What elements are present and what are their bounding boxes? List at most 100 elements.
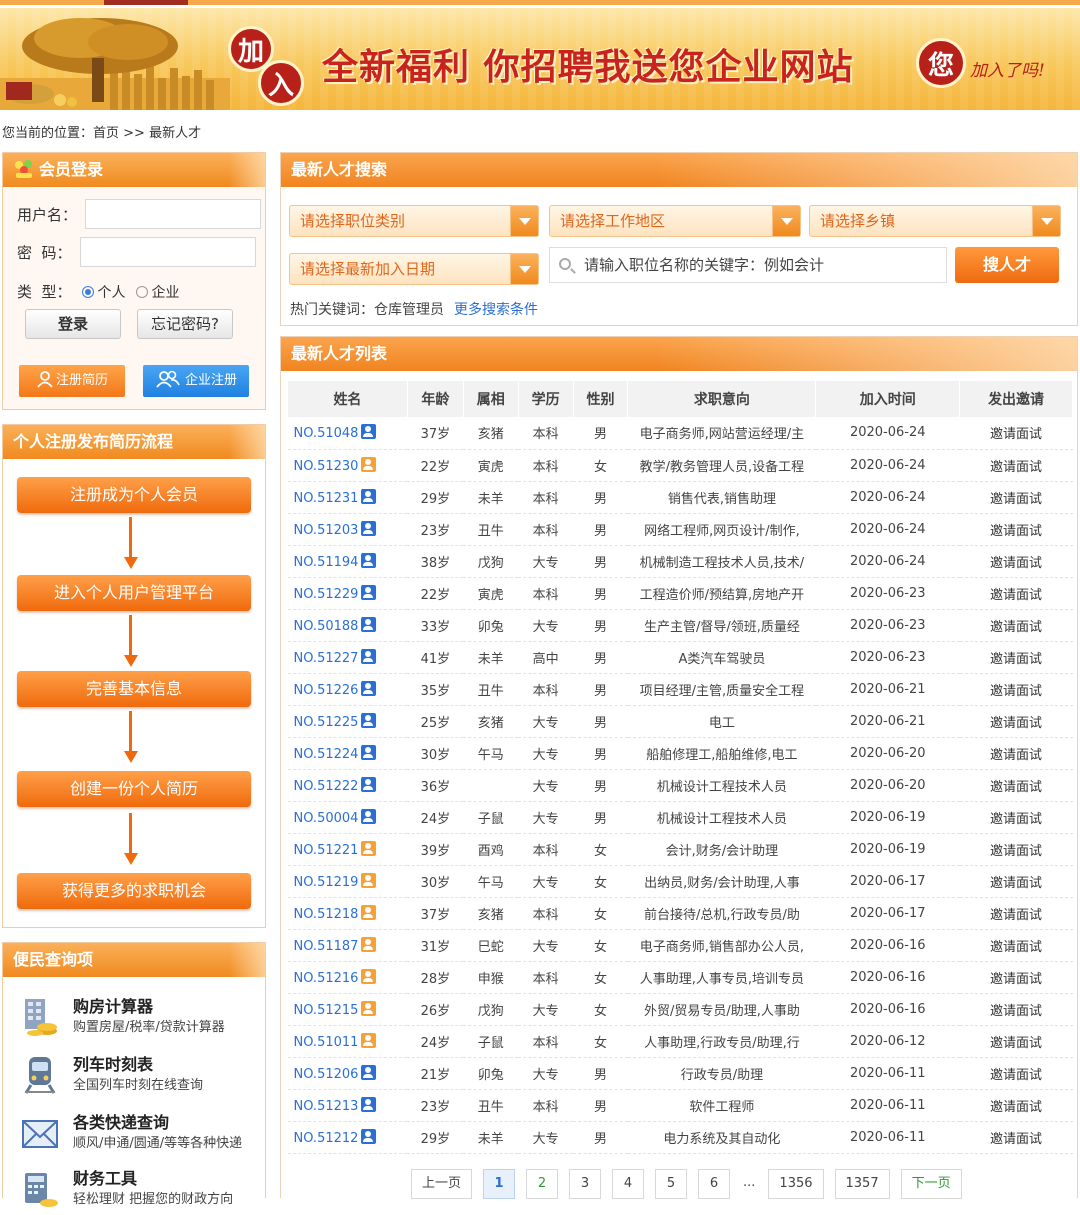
intent-cell[interactable]: 电工 [627, 705, 816, 738]
talent-id-link[interactable]: NO.51213 [294, 1099, 359, 1114]
talent-id-cell[interactable]: NO.51048 [287, 417, 408, 450]
intent-cell[interactable]: 销售代表,销售助理 [627, 481, 816, 514]
intent-cell[interactable]: 船舶修理工,船舶维修,电工 [627, 737, 816, 770]
talent-id-cell[interactable]: NO.51213 [287, 1089, 408, 1122]
invite-interview-link[interactable]: 邀请面试 [959, 545, 1073, 578]
flow-step-2[interactable]: 进入个人用户管理平台 [17, 575, 251, 611]
type-company-radio[interactable] [135, 285, 148, 298]
page-3[interactable]: 3 [569, 1169, 602, 1199]
talent-id-link[interactable]: NO.50004 [294, 811, 359, 826]
table-row[interactable]: NO.51230 22岁 寅虎 本科女教学/教务管理人员,设备工程 2020-06-24… [287, 449, 1073, 482]
talent-id-cell[interactable]: NO.51218 [287, 897, 408, 930]
search-talent-button[interactable]: 搜人才 [955, 247, 1059, 283]
talent-id-link[interactable]: NO.51225 [294, 715, 359, 730]
talent-id-cell[interactable]: NO.51225 [287, 705, 408, 738]
talent-id-cell[interactable]: NO.51224 [287, 737, 408, 770]
flow-step-1[interactable]: 注册成为个人会员 [17, 477, 251, 513]
talent-id-link[interactable]: NO.51219 [294, 875, 359, 890]
invite-interview-link[interactable]: 邀请面试 [959, 865, 1073, 898]
breadcrumb-home-link[interactable]: 首页 [93, 126, 119, 141]
job-category-select[interactable]: 请选择职位类别 [289, 205, 539, 237]
invite-interview-link[interactable]: 邀请面试 [959, 481, 1073, 514]
invite-interview-link[interactable]: 邀请面试 [959, 993, 1073, 1026]
talent-id-cell[interactable]: NO.51229 [287, 577, 408, 610]
invite-interview-link[interactable]: 邀请面试 [959, 1057, 1073, 1090]
talent-id-link[interactable]: NO.51222 [294, 779, 359, 794]
page-2[interactable]: 2 [526, 1169, 559, 1199]
keyword-search-input[interactable]: 请输入职位名称的关键字：例如会计 [549, 247, 947, 283]
table-row[interactable]: NO.51194 38岁 戊狗 大专男机械制造工程技术人员,技术/2020-06-24… [287, 545, 1073, 578]
invite-interview-link[interactable]: 邀请面试 [959, 1121, 1073, 1154]
talent-id-cell[interactable]: NO.51227 [287, 641, 408, 674]
talent-id-link[interactable]: NO.51048 [294, 426, 359, 441]
flow-step-3[interactable]: 完善基本信息 [17, 671, 251, 707]
table-row[interactable]: NO.51227 41岁 未羊 高中男 A类汽车驾驶员 2020-06-23 邀请面试 [287, 641, 1073, 674]
intent-cell[interactable]: 项目经理/主管,质量安全工程 [627, 673, 816, 706]
invite-interview-link[interactable]: 邀请面试 [959, 833, 1073, 866]
table-row[interactable]: NO.51221 39岁 酉鸡 本科女会计,财务/会计助理 2020-06-19 邀请面试 [287, 833, 1073, 866]
talent-id-link[interactable]: NO.51229 [294, 587, 359, 602]
talent-id-cell[interactable]: NO.50188 [287, 609, 408, 642]
invite-interview-link[interactable]: 邀请面试 [959, 1089, 1073, 1122]
prev-page-button[interactable]: 上一页 [411, 1169, 473, 1199]
intent-cell[interactable]: 工程造价师/预结算,房地产开 [627, 577, 816, 610]
table-row[interactable]: NO.51218 37岁 亥猪 本科女前台接待/总机,行政专员/助 2020-06-17… [287, 897, 1073, 930]
flow-step-4[interactable]: 创建一份个人简历 [17, 771, 251, 807]
intent-cell[interactable]: 人事助理,人事专员,培训专员 [627, 961, 816, 994]
flow-step-5[interactable]: 获得更多的求职机会 [17, 873, 251, 909]
table-row[interactable]: NO.50004 24岁 子鼠 大专男机械设计工程技术人员 2020-06-19 邀请面试 [287, 801, 1073, 834]
table-row[interactable]: NO.51231 29岁 未羊 本科男销售代表,销售助理 2020-06-24 邀请面试 [287, 481, 1073, 514]
intent-cell[interactable]: A类汽车驾驶员 [627, 641, 816, 674]
invite-interview-link[interactable]: 邀请面试 [959, 449, 1073, 482]
talent-id-cell[interactable]: NO.51187 [287, 929, 408, 962]
page-1357[interactable]: 1357 [834, 1169, 890, 1199]
type-person-radio[interactable] [81, 285, 94, 298]
talent-id-link[interactable]: NO.51215 [294, 1003, 359, 1018]
work-area-select[interactable]: 请选择工作地区 [549, 205, 801, 237]
table-row[interactable]: NO.51222 36岁 大专男机械设计工程技术人员 2020-06-20 邀请面试 [287, 769, 1073, 802]
intent-cell[interactable]: 外贸/贸易专员/助理,人事助 [627, 993, 816, 1026]
intent-cell[interactable]: 机械设计工程技术人员 [627, 769, 816, 802]
talent-id-link[interactable]: NO.51187 [294, 939, 359, 954]
page-1[interactable]: 1 [483, 1169, 516, 1199]
town-select[interactable]: 请选择乡镇 [809, 205, 1061, 237]
table-row[interactable]: NO.51215 26岁 戊狗 大专女外贸/贸易专员/助理,人事助 2020-06-16… [287, 993, 1073, 1026]
talent-id-link[interactable]: NO.50188 [294, 619, 359, 634]
password-input[interactable] [79, 237, 256, 267]
hot-keyword-link[interactable]: 仓库管理员 [374, 302, 444, 318]
invite-interview-link[interactable]: 邀请面试 [959, 705, 1073, 738]
service-item-house-calculator[interactable]: 购房计算器 购置房屋/税率/贷款计算器 [17, 993, 257, 1043]
service-item-finance-tools[interactable]: 财务工具 轻松理财 把握您的财政方向 [17, 1165, 257, 1215]
talent-id-link[interactable]: NO.51212 [294, 1131, 359, 1146]
talent-id-cell[interactable]: NO.51206 [287, 1057, 408, 1090]
invite-interview-link[interactable]: 邀请面试 [959, 1025, 1073, 1058]
table-row[interactable]: NO.50188 33岁 卯兔 大专男生产主管/督导/领班,质量经 2020-06-23… [287, 609, 1073, 642]
intent-cell[interactable]: 机械制造工程技术人员,技术/ [627, 545, 816, 578]
talent-id-cell[interactable]: NO.51222 [287, 769, 408, 802]
invite-interview-link[interactable]: 邀请面试 [959, 577, 1073, 610]
invite-interview-link[interactable]: 邀请面试 [959, 961, 1073, 994]
talent-id-link[interactable]: NO.51231 [294, 491, 359, 506]
service-item-express-query[interactable]: 各类快递查询 顺风/申通/圆通/等等各种快递 [17, 1109, 257, 1159]
register-resume-button[interactable]: 注册简历 [19, 365, 125, 397]
intent-cell[interactable]: 出纳员,财务/会计助理,人事 [627, 865, 816, 898]
intent-cell[interactable]: 电子商务师,销售部办公人员, [627, 929, 816, 962]
talent-id-cell[interactable]: NO.51231 [287, 481, 408, 514]
page-5[interactable]: 5 [655, 1169, 688, 1199]
promo-banner[interactable]: 加 入 全新福利 你招聘我送您企业网站 您 加入了吗! [0, 8, 1080, 110]
talent-id-cell[interactable]: NO.51221 [287, 833, 408, 866]
service-item-train-schedule[interactable]: 列车时刻表 全国列车时刻在线查询 [17, 1051, 257, 1101]
table-row[interactable]: NO.51213 23岁 丑牛 本科男软件工程师 2020-06-11 邀请面试 [287, 1089, 1073, 1122]
talent-id-cell[interactable]: NO.51219 [287, 865, 408, 898]
talent-id-link[interactable]: NO.51203 [294, 523, 359, 538]
table-row[interactable]: NO.51219 30岁 午马 大专女出纳员,财务/会计助理,人事 2020-06-17… [287, 865, 1073, 898]
talent-id-cell[interactable]: NO.51212 [287, 1121, 408, 1154]
talent-id-cell[interactable]: NO.51230 [287, 449, 408, 482]
invite-interview-link[interactable]: 邀请面试 [959, 769, 1073, 802]
intent-cell[interactable]: 网络工程师,网页设计/制作, [627, 513, 816, 546]
intent-cell[interactable]: 会计,财务/会计助理 [627, 833, 816, 866]
table-row[interactable]: NO.51011 24岁 子鼠 本科女人事助理,行政专员/助理,行 2020-06-12… [287, 1025, 1073, 1058]
intent-cell[interactable]: 教学/教务管理人员,设备工程 [627, 449, 816, 482]
intent-cell[interactable]: 电子商务师,网站营运经理/主 [627, 417, 816, 450]
invite-interview-link[interactable]: 邀请面试 [959, 513, 1073, 546]
